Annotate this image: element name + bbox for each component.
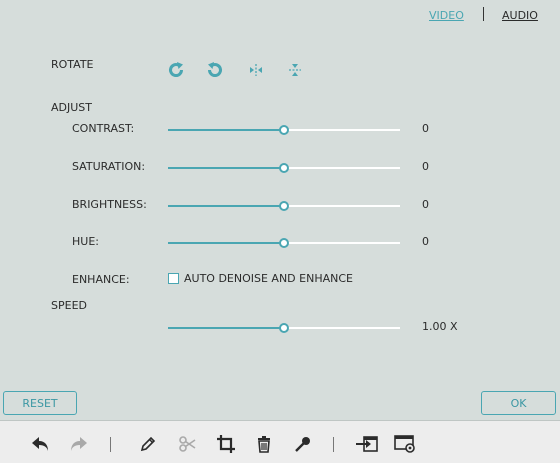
auto-denoise-checkbox[interactable] <box>168 273 179 284</box>
microphone-icon[interactable] <box>291 432 315 456</box>
slider-fill <box>168 205 284 207</box>
slider-knob[interactable] <box>279 125 289 135</box>
undo-icon[interactable] <box>29 432 53 456</box>
saturation-slider[interactable] <box>168 163 400 173</box>
flip-horizontal-icon[interactable] <box>246 60 266 80</box>
slider-fill <box>168 129 284 131</box>
editor-panel: VIDEO AUDIO ROTATE ADJUST CONTRAST: 0 SA… <box>0 0 560 420</box>
delete-trash-icon[interactable] <box>252 432 276 456</box>
saturation-label: SATURATION: <box>72 160 146 173</box>
auto-denoise-label[interactable]: AUTO DENOISE AND ENHANCE <box>184 272 353 285</box>
settings-icon[interactable] <box>393 432 417 456</box>
rotate-counterclockwise-icon[interactable] <box>205 60 225 80</box>
brightness-label: BRIGHTNESS: <box>72 198 147 211</box>
speed-value: 1.00 X <box>422 320 458 333</box>
speed-slider[interactable] <box>168 323 400 333</box>
brightness-slider[interactable] <box>168 201 400 211</box>
slider-fill <box>168 167 284 169</box>
adjust-label: ADJUST <box>51 101 92 114</box>
hue-label: HUE: <box>72 235 99 248</box>
slider-knob[interactable] <box>279 163 289 173</box>
speed-label: SPEED <box>51 299 87 312</box>
slider-knob[interactable] <box>279 323 289 333</box>
tab-divider <box>483 7 484 21</box>
rotate-label: ROTATE <box>51 58 94 71</box>
slider-knob[interactable] <box>279 201 289 211</box>
reset-button[interactable]: RESET <box>3 391 77 415</box>
redo-icon[interactable] <box>66 432 90 456</box>
slider-knob[interactable] <box>279 238 289 248</box>
tab-audio[interactable]: AUDIO <box>502 9 538 22</box>
slider-fill <box>168 327 284 329</box>
contrast-label: CONTRAST: <box>72 122 135 135</box>
hue-slider[interactable] <box>168 238 400 248</box>
ok-button[interactable]: OK <box>481 391 556 415</box>
enhance-label: ENHANCE: <box>72 273 130 286</box>
tab-video[interactable]: VIDEO <box>429 9 464 22</box>
slider-fill <box>168 242 284 244</box>
contrast-value: 0 <box>422 122 429 135</box>
edit-pencil-icon[interactable] <box>136 432 160 456</box>
contrast-slider[interactable] <box>168 125 400 135</box>
crop-icon[interactable] <box>214 432 238 456</box>
hue-value: 0 <box>422 235 429 248</box>
rotate-clockwise-icon[interactable] <box>166 60 186 80</box>
cut-scissors-icon[interactable] <box>176 432 200 456</box>
saturation-value: 0 <box>422 160 429 173</box>
flip-vertical-icon[interactable] <box>285 60 305 80</box>
toolbar-divider <box>110 437 111 452</box>
export-icon[interactable] <box>355 432 379 456</box>
toolbar-divider <box>333 437 334 452</box>
brightness-value: 0 <box>422 198 429 211</box>
